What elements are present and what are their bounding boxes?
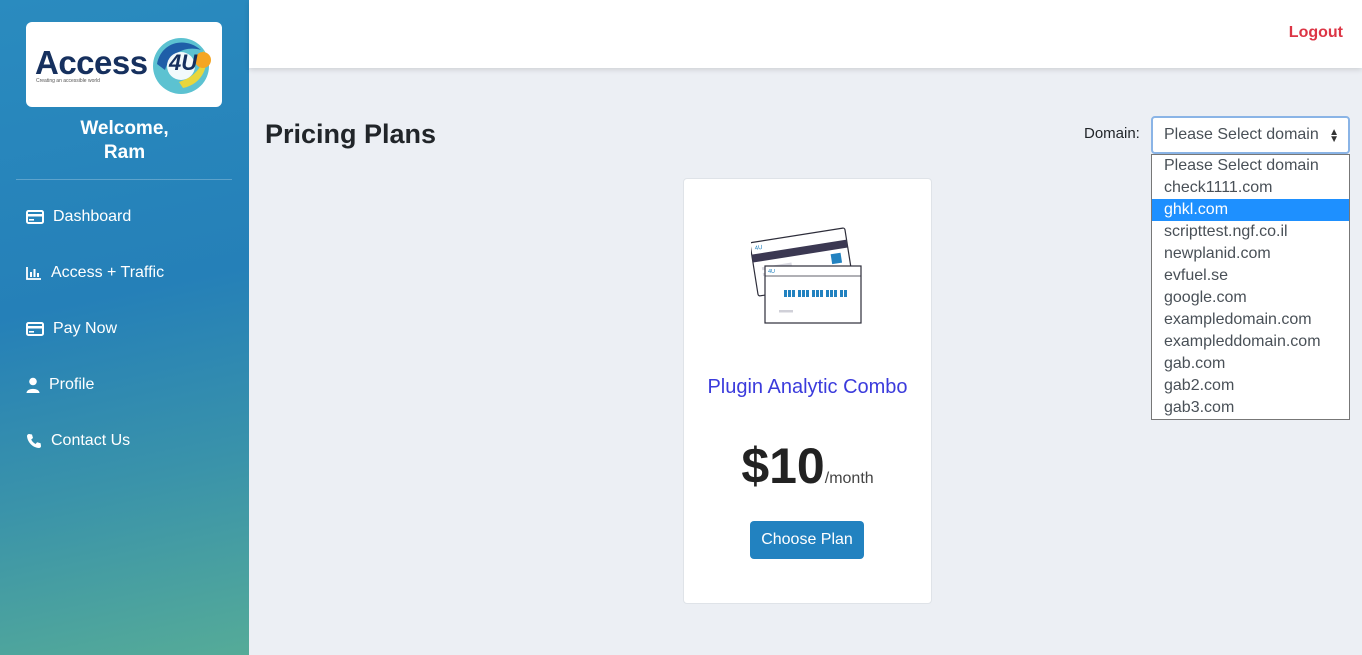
domain-select-value: Please Select domain <box>1164 126 1319 143</box>
domain-option[interactable]: check1111.com <box>1152 177 1349 199</box>
domain-option[interactable]: Please Select domain <box>1152 155 1349 177</box>
logo-tagline: Creating an accessible world <box>36 78 100 84</box>
domain-dropdown-list: Please Select domain check1111.com ghkl.… <box>1151 154 1350 420</box>
domain-option[interactable]: exampleddomain.com <box>1152 331 1349 353</box>
domain-option-highlighted[interactable]: ghkl.com <box>1152 199 1349 221</box>
sidebar-item-contact-us[interactable]: Contact Us <box>0 421 249 461</box>
pricing-card: 4U 4U Plugin Analytic Combo $10/month Ch… <box>683 178 932 604</box>
domain-select[interactable]: Please Select domain ▲ ▼ <box>1151 116 1350 154</box>
logout-link[interactable]: Logout <box>1289 24 1343 42</box>
sidebar-item-label: Profile <box>49 376 95 393</box>
domain-option[interactable]: newplanid.com <box>1152 243 1349 265</box>
brand-logo[interactable]: Access Creating an accessible world 4U <box>26 22 222 107</box>
sidebar-item-label: Dashboard <box>53 208 132 225</box>
sidebar-item-dashboard[interactable]: Dashboard <box>0 197 249 237</box>
choose-plan-button[interactable]: Choose Plan <box>750 521 864 559</box>
domain-option[interactable]: gab3.com <box>1152 397 1349 419</box>
domain-option[interactable]: exampledomain.com <box>1152 309 1349 331</box>
domain-option[interactable]: google.com <box>1152 287 1349 309</box>
logo-badge: 4U <box>169 50 198 75</box>
welcome-message: Welcome, Ram <box>0 117 249 165</box>
domain-label: Domain: <box>1084 125 1140 142</box>
sidebar-item-label: Contact Us <box>51 432 131 449</box>
sidebar-item-pay-now[interactable]: Pay Now <box>0 309 249 349</box>
sidebar-item-access-traffic[interactable]: Access + Traffic <box>0 253 249 293</box>
domain-option[interactable]: gab.com <box>1152 353 1349 375</box>
top-header: Logout <box>249 0 1362 68</box>
sidebar: Access Creating an accessible world 4U W… <box>0 0 249 655</box>
sidebar-divider <box>16 179 232 180</box>
welcome-label: Welcome, <box>80 118 169 139</box>
domain-option[interactable]: evfuel.se <box>1152 265 1349 287</box>
domain-option[interactable]: gab2.com <box>1152 375 1349 397</box>
domain-option[interactable]: scripttest.ngf.co.il <box>1152 221 1349 243</box>
price-amount: $10 <box>741 438 825 494</box>
user-icon <box>24 376 42 394</box>
price-period: /month <box>824 470 874 487</box>
welcome-user: Ram <box>103 142 146 163</box>
card-icon <box>24 320 46 338</box>
svg-text:4U: 4U <box>754 245 763 252</box>
credit-card-illustration-icon: 4U 4U <box>751 227 862 324</box>
select-arrows-icon: ▲ ▼ <box>1329 127 1339 145</box>
sidebar-item-label: Access + Traffic <box>51 264 165 281</box>
bar-chart-icon <box>23 264 45 282</box>
plan-price: $10/month <box>684 437 931 495</box>
plan-name: Plugin Analytic Combo <box>707 376 908 398</box>
sidebar-item-label: Pay Now <box>53 320 118 337</box>
phone-icon <box>24 432 44 450</box>
svg-text:4U: 4U <box>768 269 775 275</box>
sidebar-item-profile[interactable]: Profile <box>0 365 249 405</box>
page-title: Pricing Plans <box>265 119 437 149</box>
logo-text: Access <box>35 44 148 81</box>
card-icon <box>24 208 46 226</box>
